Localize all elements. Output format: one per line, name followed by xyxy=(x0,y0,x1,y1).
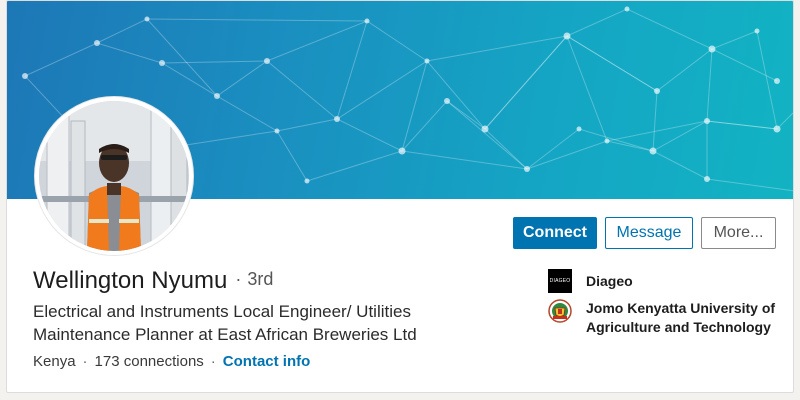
connection-degree-badge: 3rd xyxy=(247,269,274,289)
meta-separator: · xyxy=(210,353,216,370)
connections-count: 173 connections xyxy=(94,353,204,370)
profile-card: Connect Message More... Wellington Nyumu… xyxy=(6,0,794,393)
profile-photo xyxy=(39,101,189,251)
profile-meta-row: Kenya · 173 connections · Contact info xyxy=(33,353,310,370)
education-school-name: Jomo Kenyatta University of Agriculture … xyxy=(586,300,776,335)
person-photo-icon xyxy=(39,101,189,251)
profile-location: Kenya xyxy=(33,353,76,370)
current-company-name: Diageo xyxy=(586,273,633,289)
more-button[interactable]: More... xyxy=(701,217,776,249)
profile-avatar[interactable] xyxy=(35,97,193,255)
university-crest-icon xyxy=(548,299,572,323)
diageo-logo-icon: DIAGEO xyxy=(548,269,572,293)
meta-separator: · xyxy=(82,353,88,370)
degree-separator: · xyxy=(235,269,242,289)
profile-headline: Electrical and Instruments Local Enginee… xyxy=(33,302,417,344)
connect-button[interactable]: Connect xyxy=(513,217,597,249)
current-company-item[interactable]: DIAGEO Diageo xyxy=(548,269,786,293)
education-item[interactable]: Jomo Kenyatta University of Agriculture … xyxy=(548,299,786,337)
message-button[interactable]: Message xyxy=(605,217,693,249)
profile-name: Wellington Nyumu xyxy=(33,267,228,294)
profile-name-row: Wellington Nyumu · 3rd xyxy=(33,267,273,295)
contact-info-link[interactable]: Contact info xyxy=(223,353,311,370)
